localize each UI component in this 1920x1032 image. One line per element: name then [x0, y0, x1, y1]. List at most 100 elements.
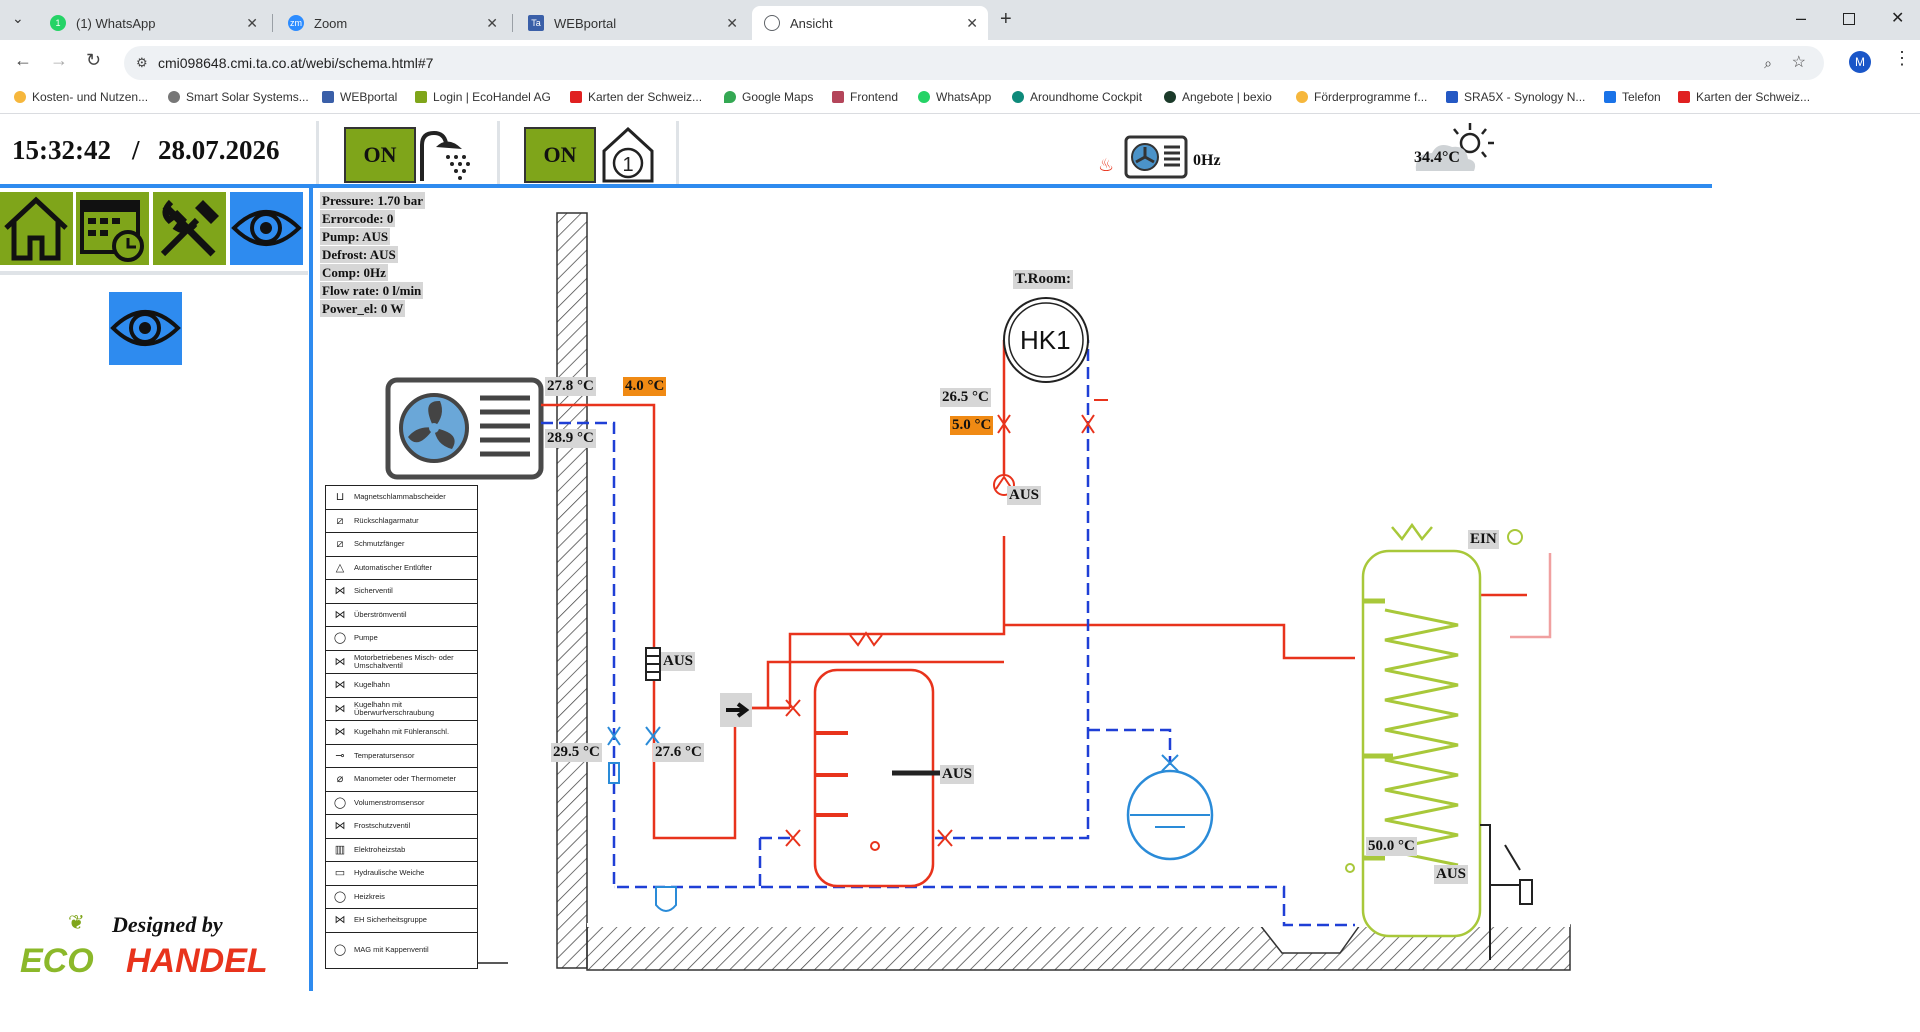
heater-state: AUS [661, 652, 696, 671]
legend-row: ⋈ Kugelhahn [325, 674, 478, 698]
minimize-icon[interactable]: – [1796, 8, 1806, 29]
close-tab-icon[interactable]: ✕ [966, 15, 978, 32]
legend-row: ⌀ Manometer oder Thermometer [325, 768, 478, 792]
close-window-icon[interactable]: ✕ [1891, 8, 1904, 28]
logo-handel: HANDEL [126, 942, 268, 980]
url-input[interactable]: ⚙ cmi098648.cmi.ta.co.at/webi/schema.htm… [124, 46, 1824, 80]
tab-title: (1) WhatsApp [76, 15, 156, 31]
bexio-icon [1164, 91, 1176, 103]
legend-label: Volumenstromsensor [354, 797, 425, 807]
bookmark-item[interactable]: Aroundhome Cockpit [1012, 90, 1142, 104]
solar-icon [168, 91, 180, 103]
legend-label: EH Sicherheitsgruppe [354, 915, 427, 925]
bookmark-item[interactable]: WEBportal [322, 90, 397, 104]
menu-kebab-icon[interactable]: ⋮ [1893, 48, 1911, 69]
app-canvas: 15:32:42 / 28.07.2026 ON ON 1 ♨ 0Hz 34.4… [0, 115, 1920, 1032]
legend-label: Heizkreis [354, 891, 385, 901]
bookmark-item[interactable]: Förderprogramme f... [1296, 90, 1427, 104]
legend-row: ▭ Hydraulische Weiche [325, 862, 478, 886]
hp-flow-temperature: 27.8 °C [545, 377, 596, 396]
bookmark-item[interactable]: Kosten- und Nutzen... [14, 90, 148, 104]
legend-row: ⋈ Sicherventil [325, 580, 478, 604]
legend-label: MAG mit Kappenventil [354, 945, 429, 954]
legend-label: Manometer oder Thermometer [354, 774, 456, 784]
new-tab-button[interactable]: + [1000, 8, 1012, 31]
bookmark-label: Karten der Schweiz... [588, 90, 703, 104]
tab-zoom[interactable]: zm Zoom ✕ [276, 6, 508, 40]
hk-pump-state: AUS [1007, 486, 1042, 505]
bookmark-item[interactable]: Karten der Schweiz... [570, 90, 702, 104]
bookmark-label: Kosten- und Nutzen... [32, 90, 149, 104]
overflow-valve-icon: ⋈ [334, 608, 346, 621]
hk-valve-symbol [997, 399, 1108, 434]
check-valve-icon: ⧄ [336, 514, 344, 527]
forward-icon[interactable]: → [50, 50, 68, 71]
dhw-state: EIN [1468, 530, 1499, 549]
expansion-vessel-icon: ◯ [333, 944, 347, 956]
avatar[interactable]: M [1849, 51, 1871, 73]
tab-ansicht[interactable]: Ansicht ✕ [752, 6, 988, 40]
sun-icon [1296, 91, 1308, 103]
maximize-icon[interactable] [1843, 13, 1855, 25]
tab-search-icon[interactable]: ⌄ [12, 10, 24, 27]
bottom-left-temperature: 29.5 °C [551, 743, 602, 762]
legend-row: ◯ Heizkreis [325, 885, 478, 909]
electric-heater-symbol [645, 647, 661, 681]
bookmark-item[interactable]: Telefon [1604, 90, 1661, 104]
swiss-flag-icon [570, 91, 582, 103]
legend-label: Kugelhahn mit Überwurfverschraubung [354, 699, 435, 717]
ta-icon: Ta [528, 15, 544, 31]
legend-row: ◯ Volumenstromsensor [325, 791, 478, 815]
site-info-icon[interactable]: ⚙ [136, 46, 148, 80]
legend-row: ◯ Pumpe [325, 627, 478, 651]
bookmark-item[interactable]: WhatsApp [918, 90, 991, 104]
hk1-label: HK1 [1020, 325, 1071, 355]
buffer-heater-state: AUS [940, 765, 975, 784]
bookmark-label: WhatsApp [936, 90, 992, 104]
flow-sensor-icon: ◯ [333, 796, 347, 809]
whatsapp-icon [918, 91, 930, 103]
legend-label: Schmutzfänger [354, 539, 405, 549]
legend-row: ⋈ Kugelhahn mit Fühleranschl. [325, 721, 478, 745]
bookmark-item[interactable]: Smart Solar Systems... [168, 90, 309, 104]
manometer-icon: ⌀ [336, 773, 344, 786]
bookmark-item[interactable]: SRA5X - Synology N... [1446, 90, 1585, 104]
close-tab-icon[interactable]: ✕ [726, 15, 738, 32]
bookmark-item[interactable]: Frontend [832, 90, 898, 104]
close-tab-icon[interactable]: ✕ [486, 15, 498, 32]
building-wall [556, 212, 588, 969]
air-vent-icon: △ [335, 561, 345, 574]
legend-label: Kugelhahn mit Fühleranschl. [354, 727, 450, 737]
bookmark-label: Telefon [1622, 90, 1661, 104]
back-icon[interactable]: ← [14, 50, 32, 71]
logo-eco: ECO [20, 942, 94, 980]
tab-title: Zoom [314, 15, 348, 31]
zoom-icon: zm [288, 15, 304, 31]
aroundhome-icon [1012, 91, 1024, 103]
swiss-flag-icon [1678, 91, 1690, 103]
legend-label: Frostschutzventil [354, 821, 411, 831]
bookmark-label: Smart Solar Systems... [186, 90, 309, 104]
electric-heater-icon: ▥ [334, 843, 346, 856]
bookmark-star-icon[interactable]: ☆ [1792, 46, 1806, 80]
bookmark-label: Karten der Schweiz... [1696, 90, 1811, 104]
bookmark-item[interactable]: Login | EcoHandel AG [415, 90, 551, 104]
maps-pin-icon [724, 91, 736, 103]
close-tab-icon[interactable]: ✕ [246, 15, 258, 32]
zoom-lens-icon[interactable]: ⌕ [1764, 46, 1772, 80]
globe-icon [764, 15, 780, 31]
tab-webportal[interactable]: Ta WEBportal ✕ [516, 6, 748, 40]
legend-row: ◯ MAG mit Kappenventil [325, 932, 478, 969]
tab-whatsapp[interactable]: 1 (1) WhatsApp ✕ [38, 6, 268, 40]
sun-icon [14, 91, 26, 103]
bookmark-item[interactable]: Angebote | bexio [1164, 90, 1272, 104]
ball-valve-union-icon: ⋈ [334, 702, 346, 715]
heating-circuit-icon: ◯ [333, 890, 347, 903]
bookmark-label: Aroundhome Cockpit [1030, 90, 1143, 104]
reload-icon[interactable]: ↻ [86, 50, 101, 71]
bookmark-item[interactable]: Google Maps [724, 90, 813, 104]
ball-valve-icon: ⋈ [334, 679, 346, 692]
bookmark-item[interactable]: Karten der Schweiz... [1678, 90, 1810, 104]
symbol-legend: ⊔ Magnetschlammabscheider ⧄ Rückschlagarma… [325, 485, 478, 969]
legend-row: ⋈ Überströmventil [325, 603, 478, 627]
